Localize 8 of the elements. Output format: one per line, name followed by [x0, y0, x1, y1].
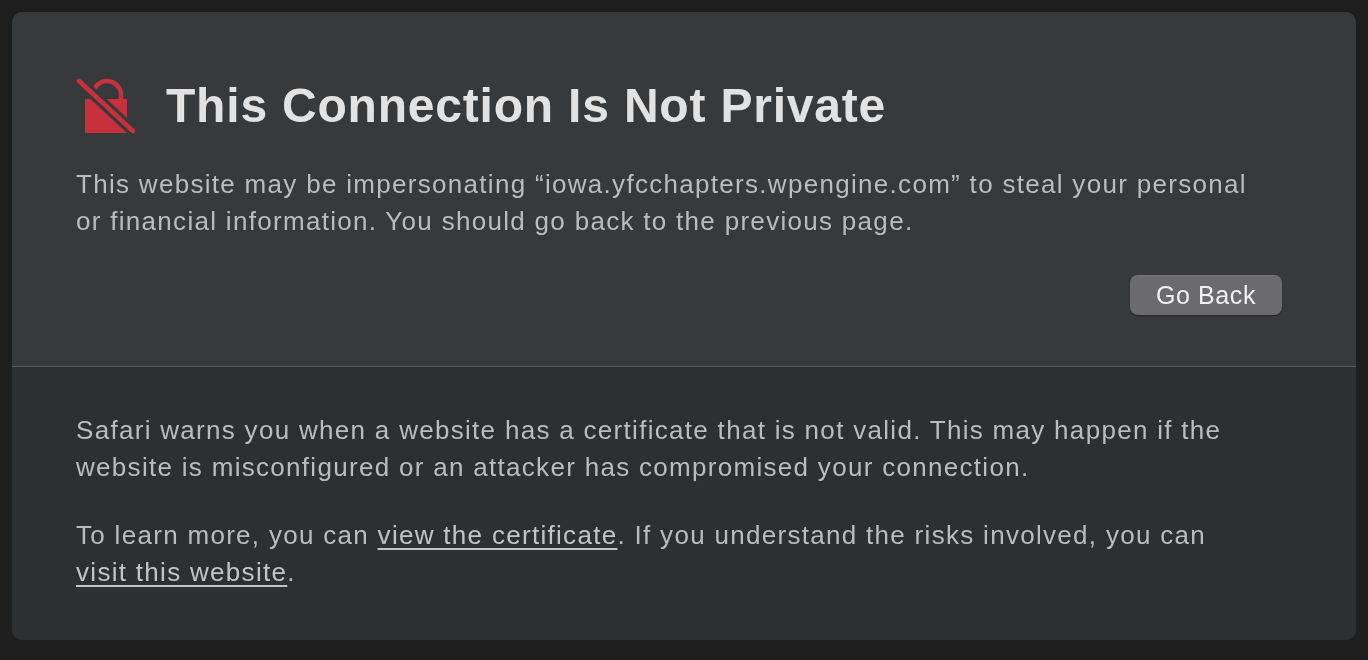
page-title: This Connection Is Not Private: [166, 78, 887, 134]
text-link[interactable]: visit this website: [76, 557, 288, 587]
crossed-lock-icon: [76, 78, 136, 134]
learn-more-text: To learn more, you can view the certificate. If you understand the risks involved, you can visit this website.: [76, 519, 1208, 589]
explanation-text: Safari warns you when a website has a certificate that is not valid. This may happen if the website is misconfigured or an attacker has compromised your connection.: [76, 414, 1223, 484]
text-link[interactable]: view the certificate: [377, 520, 618, 550]
warning-text: This website may be impersonating “iowa.yfcchapters.wpengine.com” to steal your personal or financial information. You should go back to the previous page.: [76, 168, 1248, 238]
go-back-button[interactable]: Go Back: [1130, 275, 1282, 315]
